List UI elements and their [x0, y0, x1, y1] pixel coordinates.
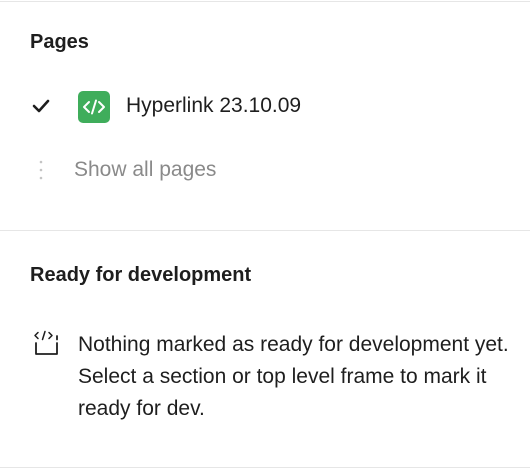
checkmark-icon: [32, 98, 50, 114]
show-all-pages-button[interactable]: Show all pages: [0, 152, 530, 188]
ready-section-title: Ready for development: [30, 264, 252, 286]
page-item-current[interactable]: Hyperlink 23.10.09: [0, 86, 530, 126]
dev-mode-frame-icon: [31, 330, 61, 358]
show-all-pages-label: Show all pages: [74, 158, 217, 181]
vertical-dots-icon: [38, 159, 44, 181]
top-divider: [0, 1, 530, 2]
code-brackets-icon: [78, 91, 110, 123]
ready-empty-message: Nothing marked as ready for development …: [78, 333, 509, 420]
pages-section-title: Pages: [30, 31, 89, 53]
page-item-label: Hyperlink 23.10.09: [126, 94, 302, 117]
section-divider: [0, 230, 530, 231]
bottom-divider: [0, 467, 530, 468]
